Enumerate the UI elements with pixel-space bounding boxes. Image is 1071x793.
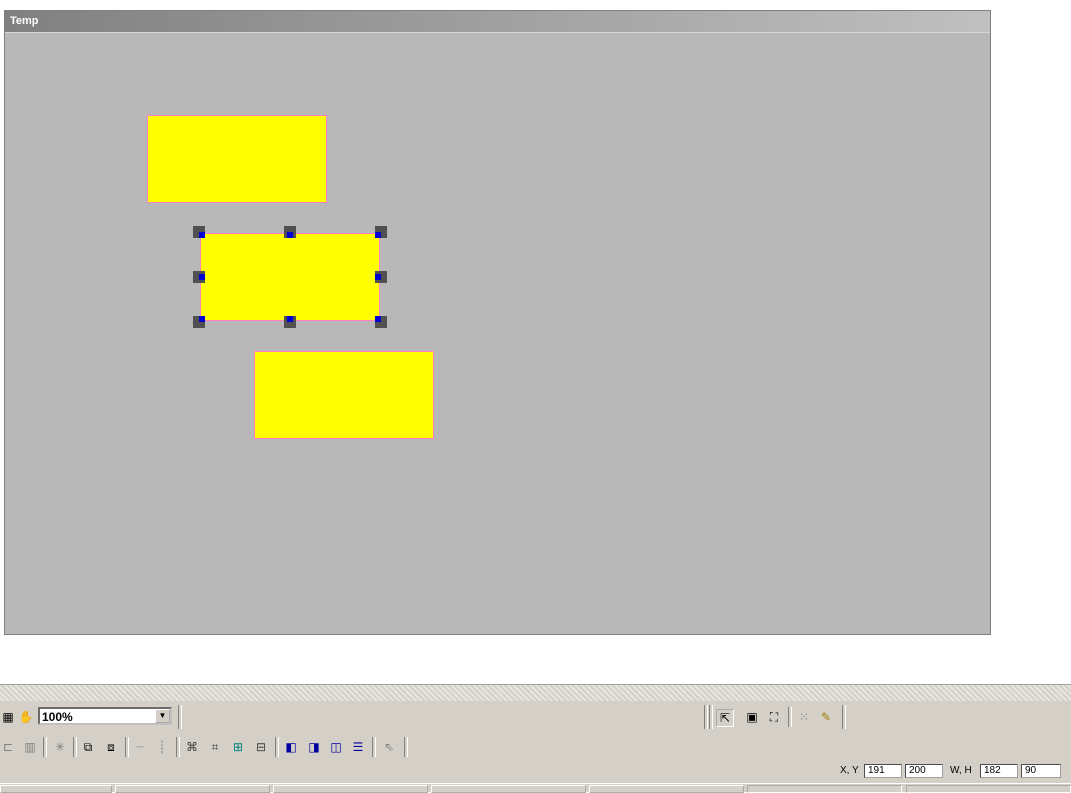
toolbar-separator [704, 705, 708, 729]
grid-icon[interactable]: ▦ [0, 709, 16, 725]
taskbar-button[interactable] [747, 785, 902, 793]
resize-handle-bottom-left[interactable] [193, 316, 205, 328]
resize-handle-right[interactable] [375, 271, 387, 283]
taskbar-button[interactable] [115, 785, 270, 793]
w-field[interactable]: 182 [980, 764, 1018, 778]
toolbar-separator [125, 737, 129, 757]
y-field[interactable]: 200 [905, 764, 943, 778]
taskbar-button[interactable] [589, 785, 744, 793]
toolbar-separator [788, 707, 792, 727]
splitter-bar[interactable] [0, 684, 1071, 702]
rectangle-shape-3[interactable] [254, 351, 434, 439]
h-field[interactable]: 90 [1021, 764, 1061, 778]
xy-label: X, Y [840, 765, 859, 776]
ruler-icon[interactable]: ✎ [818, 709, 834, 725]
window-title: Temp [5, 11, 990, 33]
toolbar-separator [178, 705, 182, 729]
distribute-h-icon[interactable]: ⌘ [184, 739, 200, 755]
back-icon[interactable]: ◨ [306, 739, 322, 755]
align-left-icon[interactable]: ⊏ [0, 739, 16, 755]
resize-handle-top-right[interactable] [375, 226, 387, 238]
resize-handle-top[interactable] [284, 226, 296, 238]
pointer-icon[interactable]: ⇱ [716, 709, 734, 727]
resize-handle-bottom-right[interactable] [375, 316, 387, 328]
toolbar-separator [73, 737, 77, 757]
group-icon[interactable]: ⧉ [80, 739, 96, 755]
fullscreen-icon[interactable]: ⛶ [766, 709, 782, 725]
zoom-value: 100% [42, 710, 73, 724]
properties-icon[interactable]: ⇖ [381, 739, 397, 755]
toolbar-separator [275, 737, 279, 757]
taskbar-button[interactable] [431, 785, 586, 793]
distribute-v-icon[interactable]: ⌗ [207, 739, 223, 755]
resize-handle-top-left[interactable] [193, 226, 205, 238]
system-tray [906, 785, 1071, 793]
toolbar-separator [176, 737, 180, 757]
toolbar-separator [842, 705, 846, 729]
zoom-select[interactable]: 100% ▼ [38, 707, 172, 725]
resize-handle-bottom[interactable] [284, 316, 296, 328]
toolbar-separator [372, 737, 376, 757]
rectangle-shape-1[interactable] [147, 115, 327, 203]
line-dotted-icon[interactable]: ┈ [132, 739, 148, 755]
design-window: Temp [4, 10, 991, 635]
toolbar-separator [404, 737, 408, 757]
toolbar-separator [709, 705, 713, 729]
window-icon[interactable]: ▣ [744, 709, 760, 725]
order-icon[interactable]: ◫ [328, 739, 344, 755]
bottom-icon[interactable]: ⊟ [253, 739, 269, 755]
center-icon[interactable]: ⊞ [230, 739, 246, 755]
front-icon[interactable]: ◧ [283, 739, 299, 755]
wh-label: W, H [950, 765, 972, 776]
resize-handle-left[interactable] [193, 271, 205, 283]
rectangle-shape-2-selected[interactable] [200, 233, 380, 321]
taskbar-button[interactable] [0, 785, 112, 793]
stack-icon[interactable]: ☰ [350, 739, 366, 755]
x-field[interactable]: 191 [864, 764, 902, 778]
hand-icon[interactable]: ✋ [18, 709, 34, 725]
dots-grid-icon[interactable]: ⁙ [796, 709, 812, 725]
line-vertical-icon[interactable]: ┊ [154, 739, 170, 755]
ungroup-icon[interactable]: ⧈ [103, 739, 119, 755]
snap-icon[interactable]: ✳ [52, 739, 68, 755]
align-center-icon[interactable]: ▥ [22, 739, 38, 755]
toolbar-separator [43, 737, 47, 757]
chevron-down-icon[interactable]: ▼ [155, 709, 170, 723]
taskbar-button[interactable] [273, 785, 428, 793]
